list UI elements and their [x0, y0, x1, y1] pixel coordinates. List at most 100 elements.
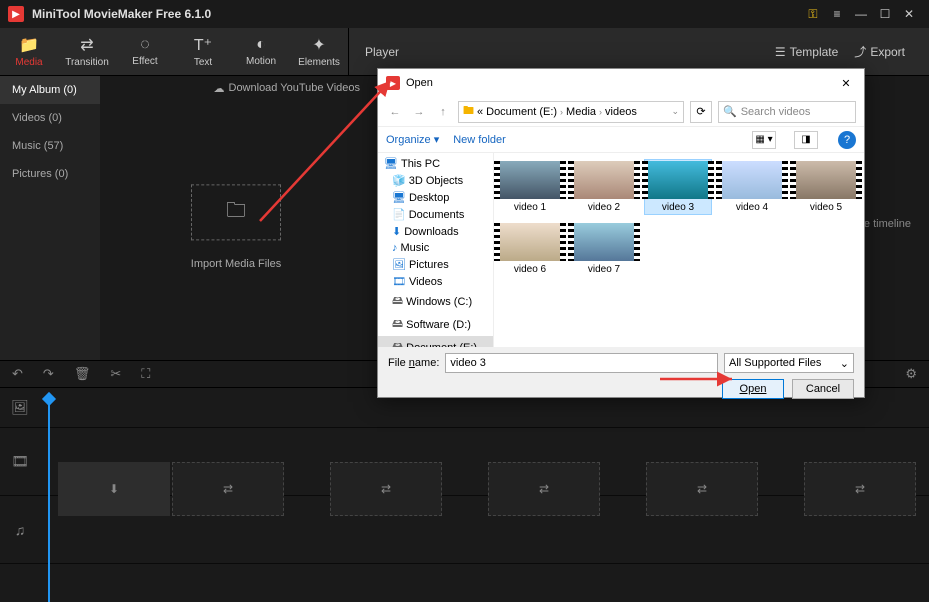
tab-media[interactable]: 📁 Media [0, 28, 58, 75]
file-item[interactable]: video 5 [792, 159, 860, 215]
text-icon: T⁺ [194, 35, 212, 55]
file-item[interactable]: video 2 [570, 159, 638, 215]
tree-item[interactable]: 🖼Pictures [378, 256, 493, 273]
tree-item[interactable]: ♪Music [378, 240, 493, 256]
undo-icon[interactable]: ↶ [12, 366, 23, 382]
file-name: video 4 [736, 202, 768, 213]
breadcrumb-segment[interactable]: Document (E:) [486, 106, 557, 118]
tree-item[interactable]: ⬇Downloads [378, 223, 493, 240]
settings-icon[interactable]: ⚙ [905, 366, 917, 382]
tree-item[interactable]: 🎞Videos [378, 273, 493, 290]
download-icon: ⬇ [109, 482, 119, 496]
tab-effect[interactable]: ◌ Effect [116, 28, 174, 75]
organize-menu[interactable]: Organize ▾ [386, 133, 439, 146]
video-thumbnail [574, 161, 634, 199]
nav-up-icon[interactable]: ↑ [434, 103, 452, 121]
timeline: 🖼 🎞 ♫ ⬇ ⇄ ⇄ ⇄ ⇄ ⇄ [0, 388, 929, 602]
search-input[interactable]: 🔍 Search videos [718, 101, 856, 123]
delete-icon[interactable]: 🗑 [74, 366, 91, 382]
media-area: ☁ Download YouTube Videos 🗀 Import Media… [100, 76, 372, 360]
app-logo: ▶ [8, 6, 24, 22]
open-button[interactable]: Open [722, 379, 784, 399]
tab-motion[interactable]: ◐ Motion [232, 28, 290, 75]
import-label: Import Media Files [191, 258, 281, 270]
tab-text[interactable]: T⁺ Text [174, 28, 232, 75]
overlay-icon: 🖼 [0, 399, 40, 416]
sidebar-item-my-album[interactable]: My Album (0) [0, 76, 100, 104]
dialog-footer: File name: All Supported Files⌄ Open Can… [378, 347, 864, 397]
video-thumbnail [500, 223, 560, 261]
maximize-icon[interactable]: ☐ [873, 2, 897, 26]
chevron-down-icon[interactable]: ⌄ [671, 106, 679, 117]
sidebar-item-music[interactable]: Music (57) [0, 132, 100, 160]
new-folder-button[interactable]: New folder [453, 134, 506, 146]
filter-select[interactable]: All Supported Files⌄ [724, 353, 854, 373]
breadcrumb-segment[interactable]: Media [566, 106, 596, 118]
download-youtube-link[interactable]: ☁ Download YouTube Videos [214, 82, 361, 95]
music-icon: ♫ [0, 522, 40, 538]
filename-input[interactable] [445, 353, 718, 373]
player-label: Player [365, 45, 399, 59]
cloud-download-icon: ☁ [214, 82, 225, 95]
dialog-toolbar: Organize ▾ New folder ▦ ▾ ◨ ? [378, 127, 864, 153]
minimize-icon[interactable]: — [849, 2, 873, 26]
clip-slot[interactable]: ⇄ [172, 462, 284, 516]
dialog-close-icon[interactable]: ✕ [836, 73, 856, 93]
preview-pane-icon[interactable]: ◨ [794, 131, 818, 149]
export-button[interactable]: ⤴ Export [846, 39, 913, 64]
motion-icon: ◐ [256, 36, 266, 54]
redo-icon[interactable]: ↷ [43, 366, 54, 382]
close-icon[interactable]: ✕ [897, 2, 921, 26]
playhead[interactable] [48, 394, 50, 602]
sidebar-item-videos[interactable]: Videos (0) [0, 104, 100, 132]
breadcrumb[interactable]: 🖿 « Document (E:) › Media › videos ⌄ [458, 101, 684, 123]
folder-icon: 🗀 [226, 195, 246, 229]
refresh-icon[interactable]: ⟳ [690, 101, 712, 123]
sidebar-item-pictures[interactable]: Pictures (0) [0, 160, 100, 188]
cancel-button[interactable]: Cancel [792, 379, 854, 399]
tab-transition[interactable]: ⇄ Transition [58, 28, 116, 75]
tree-item[interactable]: 🖴Windows (C:) [378, 290, 493, 313]
dialog-nav: ← → ↑ 🖿 « Document (E:) › Media › videos… [378, 97, 864, 127]
key-icon[interactable]: ⚿ [801, 2, 825, 26]
file-name: video 1 [514, 202, 546, 213]
tree-this-pc[interactable]: 🖥This PC [378, 155, 493, 172]
download-icon: ⬇ [392, 225, 401, 238]
drive-icon: 🖴 [392, 292, 403, 311]
clip-slot[interactable]: ⇄ [330, 462, 442, 516]
view-mode-icon[interactable]: ▦ ▾ [752, 131, 776, 149]
tree-item[interactable]: 🖴Software (D:) [378, 313, 493, 336]
file-item[interactable]: video 1 [496, 159, 564, 215]
nav-back-icon[interactable]: ← [386, 103, 404, 121]
file-list: video 1 video 2video 3 video 4 video 5 video… [494, 153, 864, 347]
crop-icon[interactable]: ⛶ [141, 366, 150, 382]
breadcrumb-segment[interactable]: videos [605, 106, 637, 118]
video-thumbnail [648, 161, 708, 199]
swap-icon: ⇄ [381, 482, 391, 496]
help-icon[interactable]: ? [838, 131, 856, 149]
cut-icon[interactable]: ✂ [110, 366, 121, 382]
tab-elements[interactable]: ✦ Elements [290, 28, 348, 75]
clip-slot[interactable]: ⇄ [488, 462, 600, 516]
swap-icon: ⇄ [223, 482, 233, 496]
folder-icon: 📁 [19, 35, 39, 55]
clip-slot[interactable]: ⬇ [58, 462, 170, 516]
folder-icon: 🖿 [463, 102, 474, 121]
file-name: video 7 [588, 264, 620, 275]
clip-slot[interactable]: ⇄ [646, 462, 758, 516]
tree-item[interactable]: 🧊3D Objects [378, 172, 493, 189]
file-item[interactable]: video 7 [570, 221, 638, 277]
clip-slot[interactable]: ⇄ [804, 462, 916, 516]
file-item[interactable]: video 3 [644, 159, 712, 215]
tree-item[interactable]: 🖴Document (E:) [378, 336, 493, 347]
tree-item[interactable]: 📄Documents [378, 206, 493, 223]
file-item[interactable]: video 6 [496, 221, 564, 277]
effect-icon: ◌ [140, 36, 150, 54]
file-item[interactable]: video 4 [718, 159, 786, 215]
tree-item[interactable]: 🖥Desktop [378, 189, 493, 206]
import-dropzone[interactable]: 🗀 [191, 184, 281, 240]
elements-icon: ✦ [312, 35, 325, 55]
menu-icon[interactable]: ≡ [825, 2, 849, 26]
template-button[interactable]: ☰ Template [767, 41, 846, 63]
nav-forward-icon[interactable]: → [410, 103, 428, 121]
